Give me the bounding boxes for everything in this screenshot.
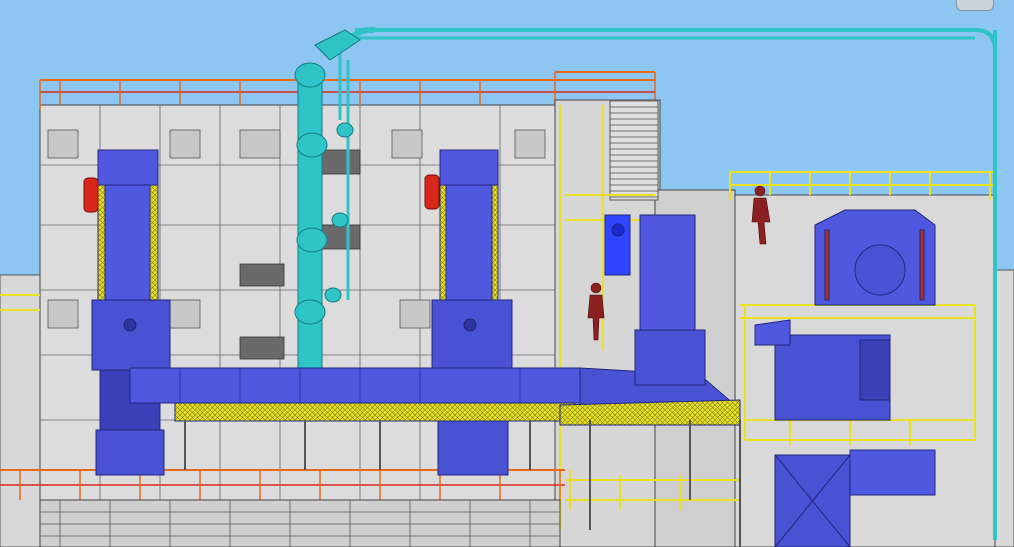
lower-floor-grating: [39, 499, 561, 547]
right-structure: [994, 269, 1014, 547]
plant-model-scene[interactable]: [0, 0, 1014, 547]
3d-viewport[interactable]: [0, 0, 1014, 547]
view-cube-icon[interactable]: [956, 0, 994, 11]
left-structure: [0, 274, 41, 547]
left-elevator-housing: [91, 149, 171, 476]
